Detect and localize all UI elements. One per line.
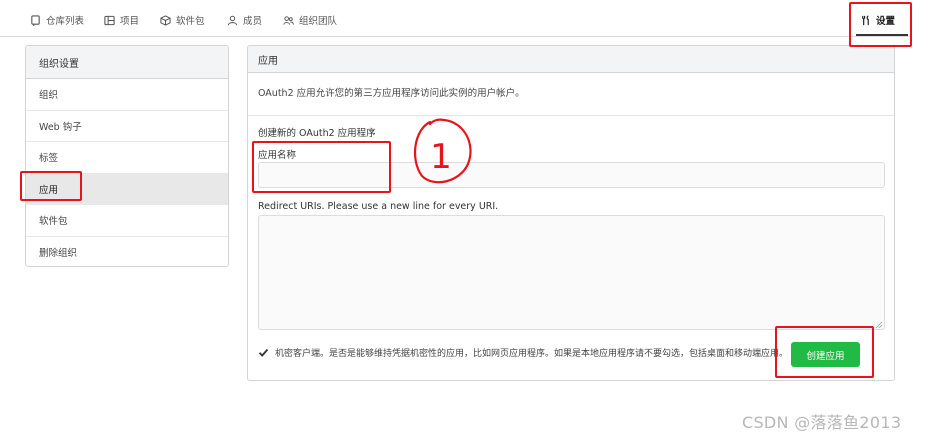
tab-label: 成员 [243, 16, 263, 27]
package-icon [160, 14, 171, 26]
tab-teams[interactable]: 组织团队 [283, 12, 337, 28]
checkmark-icon[interactable] [258, 347, 269, 358]
annotation-box-applications [20, 171, 82, 201]
tab-projects[interactable]: 项目 [104, 12, 139, 28]
tab-members[interactable]: 成员 [227, 12, 262, 28]
org-tab-bar: 仓库列表 项目 软件包 成员 组织团队 设置 [0, 0, 910, 37]
tab-repositories[interactable]: 仓库列表 [30, 12, 84, 28]
divider [248, 115, 894, 116]
tab-label: 仓库列表 [46, 16, 85, 27]
resize-grip-icon[interactable] [875, 321, 883, 329]
sidebar-item-org[interactable]: 组织 [26, 79, 228, 111]
tab-packages[interactable]: 软件包 [160, 12, 205, 28]
csdn-watermark: CSDN @落落鱼2013 [742, 413, 902, 432]
create-oauth2-title: 创建新的 OAuth2 应用程序 [258, 128, 376, 139]
people-icon [283, 15, 294, 26]
annotation-box-app-name [252, 141, 391, 193]
annotation-circle-step: 1 [414, 118, 472, 184]
person-icon [227, 15, 238, 26]
panel-header: 应用 [248, 46, 894, 73]
project-board-icon [104, 15, 115, 26]
redirect-uris-label: Redirect URIs. Please use a new line for… [258, 201, 499, 212]
redirect-uris-textarea[interactable] [258, 215, 885, 330]
sidebar-header: 组织设置 [26, 46, 228, 79]
confidential-client-row[interactable]: 机密客户端。是否是能够维持凭据机密性的应用，比如网页应用程序。如果是本地应用程序… [258, 346, 788, 359]
sidebar-item-packages[interactable]: 软件包 [26, 205, 228, 237]
tab-label: 软件包 [176, 16, 205, 27]
annotation-step-number: 1 [430, 137, 452, 177]
org-settings-sidebar: 组织设置 组织 Web 钩子 标签 应用 软件包 删除组织 [25, 45, 229, 267]
annotation-box-create-button [775, 326, 874, 378]
sidebar-item-labels[interactable]: 标签 [26, 142, 228, 174]
sidebar-item-webhooks[interactable]: Web 钩子 [26, 111, 228, 142]
oauth2-description: OAuth2 应用允许您的第三方应用程序访问此实例的用户帐户。 [258, 88, 525, 99]
tab-label: 项目 [120, 16, 140, 27]
tab-label: 组织团队 [299, 16, 338, 27]
repo-icon [30, 14, 41, 26]
confidential-client-label: 机密客户端。是否是能够维持凭据机密性的应用，比如网页应用程序。如果是本地应用程序… [275, 349, 789, 359]
annotation-box-settings [849, 2, 912, 47]
sidebar-item-delete-org[interactable]: 删除组织 [26, 237, 228, 267]
